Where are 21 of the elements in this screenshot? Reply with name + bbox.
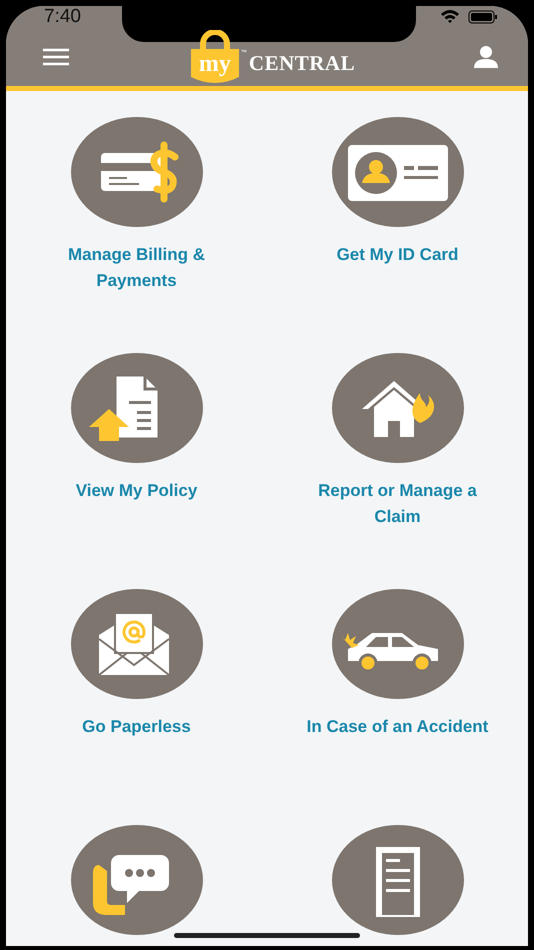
car-crash-icon bbox=[332, 589, 464, 699]
menu-button[interactable] bbox=[42, 48, 70, 68]
logo-wordmark: CENTRAL bbox=[248, 51, 356, 76]
phone-chat-icon bbox=[70, 825, 202, 935]
status-time: 7:40 bbox=[44, 6, 81, 29]
menu-tile[interactable]: Report or Manage a Claim bbox=[267, 353, 528, 589]
menu-tile[interactable]: View My Policy bbox=[6, 353, 267, 589]
menu-tile[interactable]: Manage Billing & Payments bbox=[6, 117, 267, 353]
document-icon bbox=[332, 825, 464, 935]
menu-tile[interactable]: Go Paperless bbox=[6, 589, 267, 825]
menu-tile[interactable]: In Case of an Accident bbox=[267, 589, 528, 825]
document-upload-icon bbox=[70, 353, 202, 463]
menu-tile[interactable]: Get My ID Card bbox=[267, 117, 528, 353]
id-card-icon bbox=[332, 117, 464, 227]
logo-badge-text: my bbox=[198, 52, 232, 76]
credit-card-dollar-icon bbox=[70, 117, 202, 227]
wifi-icon bbox=[440, 9, 460, 24]
house-fire-icon bbox=[332, 353, 464, 463]
battery-icon bbox=[468, 10, 498, 24]
profile-button[interactable] bbox=[474, 46, 498, 70]
envelope-at-icon bbox=[70, 589, 202, 699]
